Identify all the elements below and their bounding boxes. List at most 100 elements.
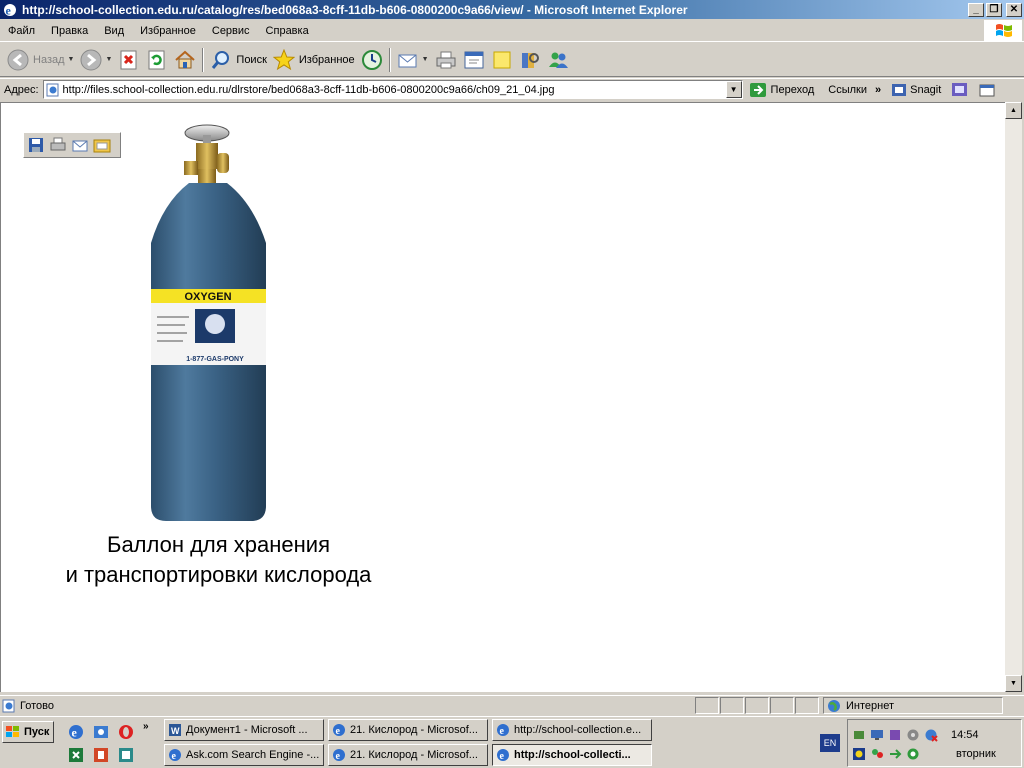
print-button[interactable]: [432, 46, 460, 74]
task-label: Документ1 - Microsoft ...: [186, 724, 308, 736]
clock-day: вторник: [956, 748, 996, 760]
edit-page-icon: [464, 51, 484, 68]
messenger-icon: [548, 52, 568, 68]
svg-text:e: e: [500, 751, 505, 762]
task-label: http://school-collecti...: [514, 749, 631, 761]
network-tray-icon[interactable]: [852, 728, 866, 742]
menu-view[interactable]: Вид: [96, 20, 132, 42]
address-dropdown-button[interactable]: ▼: [725, 81, 742, 98]
menu-bar: Файл Правка Вид Избранное Сервис Справка: [0, 20, 1024, 42]
edit-button[interactable]: [460, 46, 488, 74]
caption-line-1: Баллон для хранения: [107, 532, 330, 557]
scroll-up-button[interactable]: ▲: [1005, 102, 1022, 119]
maximize-button[interactable]: ❐: [986, 2, 1002, 17]
address-label: Адрес:: [4, 83, 39, 96]
links-button[interactable]: Ссылки »: [828, 84, 881, 96]
ie-page-icon: e: [169, 749, 181, 762]
refresh-icon: [148, 50, 165, 69]
forward-arrow-icon: [80, 49, 102, 70]
menu-favorites[interactable]: Избранное: [132, 20, 204, 42]
stop-button[interactable]: [115, 46, 143, 74]
status-pane: [720, 697, 744, 714]
minimize-button[interactable]: _: [968, 2, 984, 17]
stop-icon: [120, 50, 137, 69]
history-button[interactable]: [358, 46, 386, 74]
task-ie-school-1[interactable]: e http://school-collection.e...: [492, 719, 652, 741]
home-button[interactable]: [171, 46, 199, 74]
address-field[interactable]: ▼: [42, 80, 743, 99]
links-label: Ссылки: [828, 83, 867, 96]
page-content: OXYGEN 1-877-GAS-PONY Баллон для хранени…: [0, 102, 1005, 692]
address-input[interactable]: [62, 81, 726, 98]
scroll-down-button[interactable]: ▼: [1005, 675, 1022, 692]
svg-text:W: W: [171, 726, 180, 736]
menu-tools[interactable]: Сервис: [204, 20, 258, 42]
clock-time[interactable]: 14:54: [951, 729, 979, 741]
task-label: 21. Кислород - Microsof...: [350, 724, 478, 736]
email-icon[interactable]: [71, 136, 89, 154]
security-alert-tray-icon[interactable]: [924, 728, 938, 742]
language-indicator[interactable]: EN: [820, 734, 840, 752]
notes-button[interactable]: [488, 46, 516, 74]
favorites-button[interactable]: Избранное: [270, 46, 358, 74]
back-dropdown-icon[interactable]: ▼: [68, 56, 75, 63]
snagit-icon: [892, 83, 907, 96]
toolbar-separator: [388, 47, 391, 72]
start-button[interactable]: Пуск: [2, 721, 54, 743]
cylinder-slogan: 1-877-GAS-PONY: [186, 356, 244, 363]
task-word[interactable]: W Документ1 - Microsoft ...: [164, 719, 324, 741]
outlook-quicklaunch-icon[interactable]: [92, 723, 110, 741]
oxygen-cylinder-image: OXYGEN 1-877-GAS-PONY: [151, 124, 266, 521]
forward-dropdown-icon[interactable]: ▼: [105, 56, 112, 63]
powerpoint-quicklaunch-icon[interactable]: [92, 746, 110, 764]
ie-page-icon: e: [333, 749, 345, 762]
snagit-label: Snagit: [910, 83, 942, 96]
chevron-more-icon[interactable]: »: [875, 84, 881, 96]
disk-tray-icon[interactable]: [906, 728, 920, 742]
messenger-button[interactable]: [544, 46, 572, 74]
opera-quicklaunch-icon[interactable]: [117, 723, 135, 741]
mail-button[interactable]: ▼: [394, 46, 432, 74]
vertical-scrollbar[interactable]: ▲ ▼: [1005, 102, 1022, 692]
task-ie-oxygen-2[interactable]: e 21. Кислород - Microsof...: [328, 744, 488, 766]
antivirus-tray-icon[interactable]: [852, 747, 866, 761]
close-button[interactable]: ✕: [1006, 2, 1022, 17]
task-ie-school-active[interactable]: e http://school-collecti...: [492, 744, 652, 766]
refresh-button[interactable]: [143, 46, 171, 74]
folder-icon[interactable]: [93, 136, 111, 154]
capture-window-icon[interactable]: [979, 82, 997, 98]
save-icon[interactable]: [27, 136, 45, 154]
search-button[interactable]: Поиск: [207, 46, 269, 74]
users-tray-icon[interactable]: [870, 747, 884, 761]
go-button[interactable]: Переход: [749, 82, 815, 98]
status-tray-icon[interactable]: [906, 747, 920, 761]
sync-tray-icon[interactable]: [888, 747, 902, 761]
menu-help[interactable]: Справка: [258, 20, 317, 42]
print-icon[interactable]: [49, 136, 67, 154]
go-arrow-icon: [749, 82, 766, 97]
task-ask-search[interactable]: e Ask.com Search Engine -...: [164, 744, 324, 766]
quicklaunch-more-icon[interactable]: »: [143, 721, 149, 732]
edit-tray-icon[interactable]: [888, 728, 902, 742]
mail-dropdown-icon[interactable]: ▼: [422, 56, 429, 63]
snagit-button[interactable]: Snagit: [891, 82, 997, 98]
back-button[interactable]: Назад ▼: [4, 46, 77, 74]
svg-text:e: e: [336, 751, 341, 762]
capture-icon[interactable]: [951, 82, 969, 98]
menu-file[interactable]: Файл: [0, 20, 43, 42]
excel-quicklaunch-icon[interactable]: [67, 746, 85, 764]
monitor-tray-icon[interactable]: [870, 728, 884, 742]
cylinder-label: OXYGEN: [184, 291, 231, 303]
task-label: 21. Кислород - Microsof...: [350, 749, 478, 761]
search-icon: [212, 50, 230, 69]
publisher-quicklaunch-icon[interactable]: [117, 746, 135, 764]
research-button[interactable]: [516, 46, 544, 74]
go-label: Переход: [770, 83, 815, 96]
forward-button[interactable]: ▼: [77, 46, 115, 74]
task-ie-oxygen-1[interactable]: e 21. Кислород - Microsof...: [328, 719, 488, 741]
caption-line-2: и транспортировки кислорода: [65, 562, 372, 587]
title-bar: e http://school-collection.edu.ru/catalo…: [0, 0, 1024, 19]
menu-edit[interactable]: Правка: [43, 20, 96, 42]
ie-quicklaunch-icon[interactable]: e: [67, 723, 85, 741]
back-label: Назад: [33, 53, 65, 66]
